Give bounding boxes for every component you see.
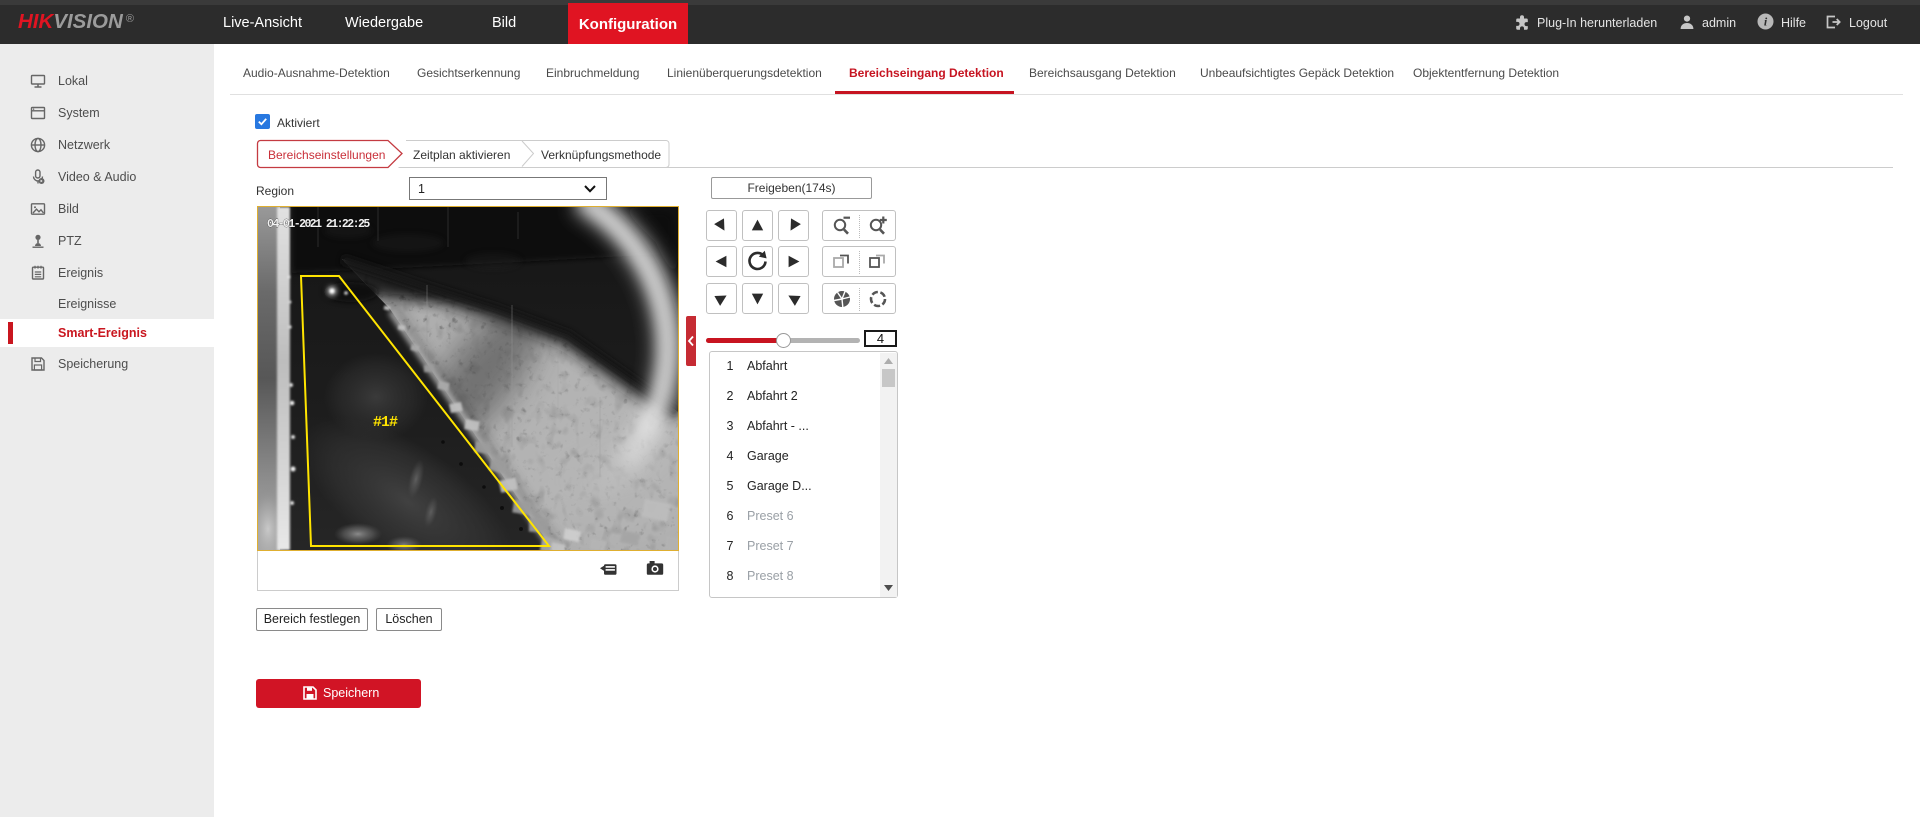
svg-text:04-01-2021 21:22:25: 04-01-2021 21:22:25 <box>267 218 370 231</box>
svg-text:#1#: #1# <box>373 414 398 431</box>
